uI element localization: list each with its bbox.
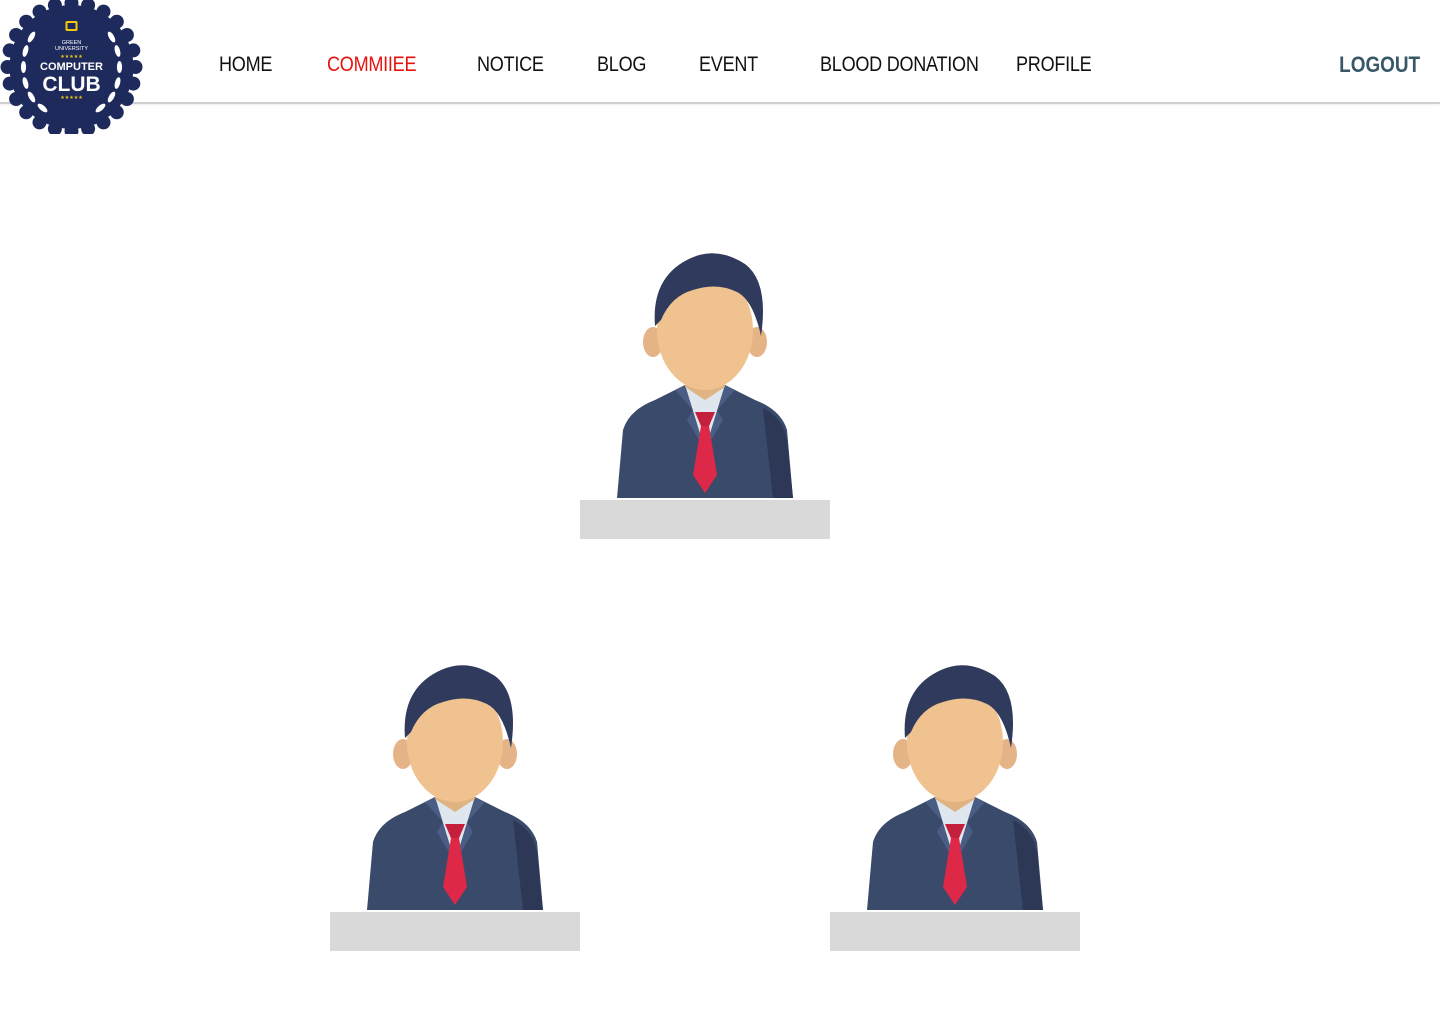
businessman-avatar-icon (867, 665, 1043, 910)
nav-event[interactable]: EVENT (699, 50, 758, 80)
businessman-avatar-icon (367, 665, 543, 910)
svg-text:★★★★★: ★★★★★ (60, 95, 83, 101)
svg-text:★★★★★: ★★★★★ (60, 54, 83, 60)
logout-button[interactable]: LOGOUT (1339, 50, 1420, 80)
member-name-plate (330, 912, 580, 951)
logo-club-text: CLUB (42, 73, 100, 96)
committee-member-card[interactable] (580, 250, 830, 539)
logo-computer-text: COMPUTER (40, 61, 103, 73)
nav-committee[interactable]: COMMIIEE (327, 50, 417, 80)
committee-member-card[interactable] (330, 662, 580, 951)
svg-text:UNIVERSITY: UNIVERSITY (55, 46, 88, 52)
top-navbar: HOME COMMIIEE NOTICE BLOG EVENT BLOOD DO… (0, 0, 1440, 104)
member-name-plate (580, 500, 830, 539)
page: HOME COMMIIEE NOTICE BLOG EVENT BLOOD DO… (0, 0, 1440, 1024)
nav-blood-donation[interactable]: BLOOD DONATION (820, 50, 979, 80)
computer-club-logo[interactable]: GREEN UNIVERSITY ★★★★★ COMPUTER CLUB ★★★… (0, 0, 143, 134)
nav-notice[interactable]: NOTICE (477, 50, 544, 80)
main-nav: HOME COMMIIEE NOTICE BLOG EVENT BLOOD DO… (0, 0, 1440, 102)
committee-member-card[interactable] (830, 662, 1080, 951)
businessman-avatar-icon (617, 253, 793, 498)
nav-home[interactable]: HOME (219, 50, 272, 80)
member-name-plate (830, 912, 1080, 951)
nav-profile[interactable]: PROFILE (1016, 50, 1092, 80)
nav-blog[interactable]: BLOG (597, 50, 646, 80)
